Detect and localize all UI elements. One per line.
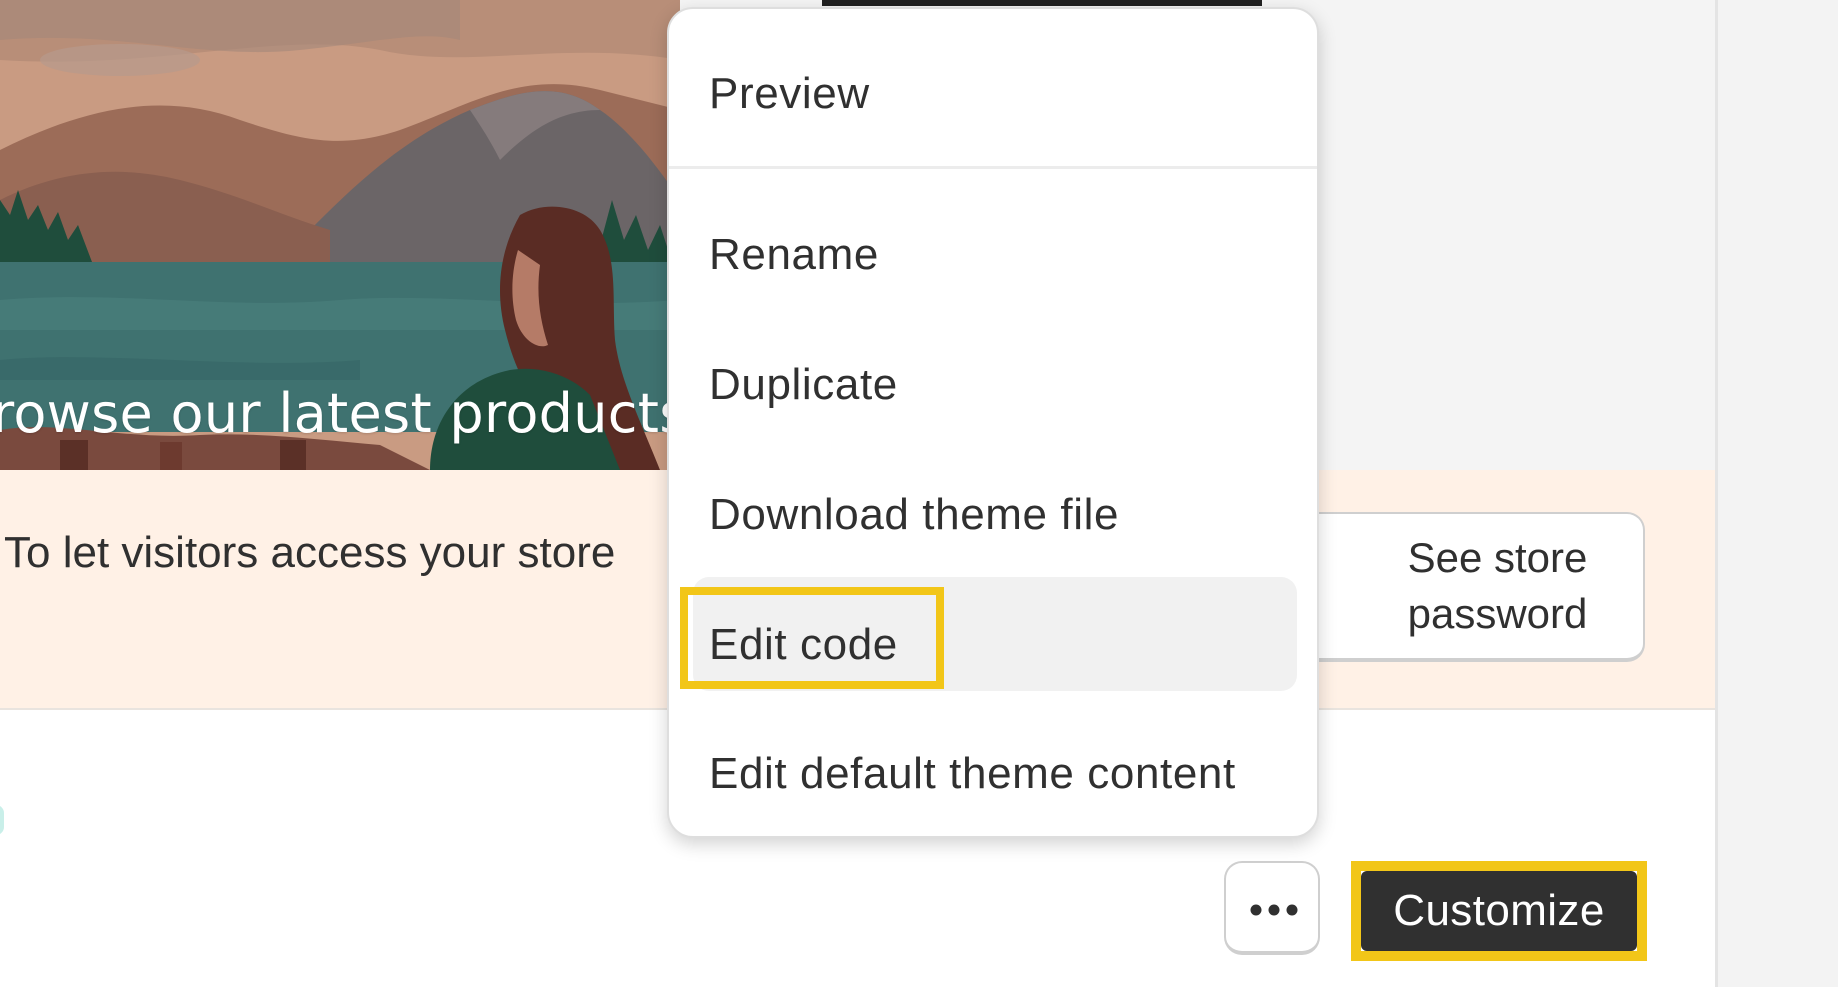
theme-actions-menu: Preview Rename Duplicate Download theme … <box>667 7 1319 838</box>
ellipsis-icon <box>1250 904 1298 916</box>
see-store-password-button[interactable]: See store password <box>1300 512 1645 662</box>
banner-message: To let visitors access your store <box>4 528 616 577</box>
more-actions-button[interactable] <box>1224 861 1320 955</box>
status-indicator <box>0 805 4 835</box>
menu-item-edit-default-theme-content[interactable]: Edit default theme content <box>709 749 1236 799</box>
menu-item-rename[interactable]: Rename <box>709 230 879 280</box>
menu-item-download-theme-file[interactable]: Download theme file <box>709 490 1119 540</box>
menu-divider <box>669 166 1317 169</box>
menu-item-duplicate[interactable]: Duplicate <box>709 360 898 410</box>
preview-caption: rowse our latest products <box>0 382 688 445</box>
card-border <box>1715 0 1718 987</box>
edit-code-highlight <box>680 587 944 689</box>
customize-button[interactable]: Customize <box>1361 871 1637 951</box>
menu-item-preview[interactable]: Preview <box>709 69 870 119</box>
